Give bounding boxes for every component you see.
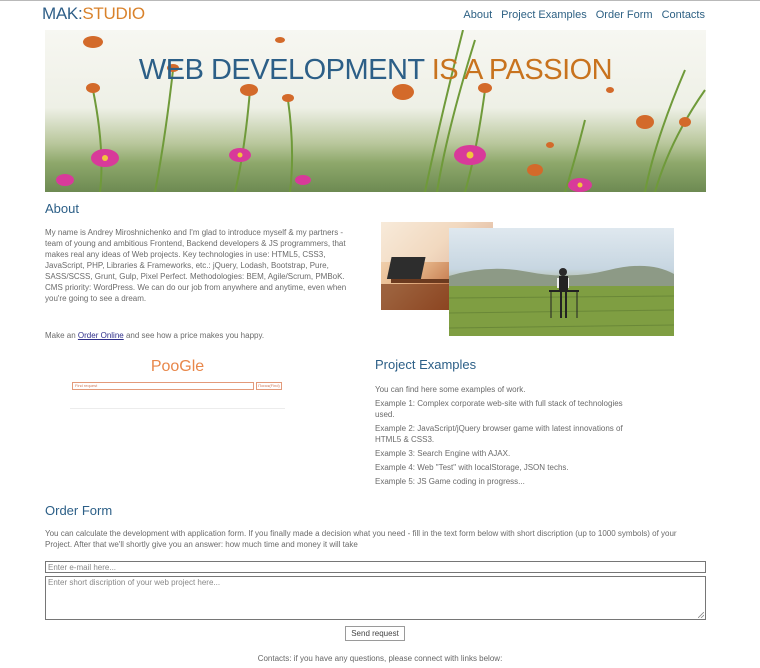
poogle-search-button: Поиск(Find) [256, 382, 282, 390]
field-desk-photo [449, 228, 674, 336]
hero-title-part-1: WEB DEVELOPMENT [138, 54, 425, 86]
email-field[interactable] [45, 561, 706, 573]
poogle-divider [70, 408, 285, 409]
search-engine-preview[interactable]: PooGle Find request Поиск(Find) [70, 358, 285, 410]
order-suffix: and see how a price makes you happy. [125, 331, 265, 340]
order-form-text: You can calculate the development with a… [45, 529, 677, 549]
resize-handle-icon[interactable] [698, 612, 704, 618]
project-description-field[interactable] [45, 576, 706, 620]
project-item-2[interactable]: Example 2: JavaScript/jQuery browser gam… [375, 423, 625, 445]
project-item-4[interactable]: Example 4: Web "Test" with localStorage,… [375, 462, 625, 473]
nav-link-about[interactable]: About [463, 9, 492, 21]
send-request-button[interactable]: Send request [345, 626, 405, 641]
logo-part-2: STUDIO [82, 4, 145, 23]
projects-heading: Project Examples [375, 357, 477, 372]
nav-link-project-examples[interactable]: Project Examples [501, 9, 587, 21]
logo[interactable]: MAK:STUDIO [42, 4, 145, 24]
nav-link-order-form[interactable]: Order Form [596, 9, 653, 21]
project-item-5[interactable]: Example 5: JS Game coding in progress... [375, 476, 625, 487]
about-text: My name is Andrey Miroshnichenko and I'm… [45, 228, 347, 303]
poogle-logo: PooGle [150, 358, 205, 375]
contacts-text: Contacts: if you have any questions, ple… [257, 654, 503, 663]
order-form-heading: Order Form [45, 503, 113, 518]
project-item-1[interactable]: Example 1: Complex corporate web-site wi… [375, 398, 625, 420]
top-border [0, 0, 760, 1]
nav-link-contacts[interactable]: Contacts [662, 9, 705, 21]
hero-banner: WEB DEVELOPMENT IS A PASSION [45, 30, 706, 192]
logo-part-1: MAK: [42, 4, 83, 23]
order-online-link[interactable]: Order Online [78, 331, 124, 340]
main-nav: About Project Examples Order Form Contac… [463, 9, 705, 21]
poogle-search-input: Find request [72, 382, 254, 390]
hero-title-part-2: IS A PASSION [431, 54, 613, 86]
project-item-3[interactable]: Example 3: Search Engine with AJAX. [375, 448, 625, 459]
about-heading: About [45, 201, 79, 216]
about-order-line: Make an Order Online and see how a price… [45, 330, 264, 341]
order-prefix: Make an [45, 331, 76, 340]
projects-intro: You can find here some examples of work. [375, 385, 526, 394]
hero-title: WEB DEVELOPMENT IS A PASSION [45, 54, 706, 87]
projects-list: You can find here some examples of work.… [375, 384, 625, 490]
